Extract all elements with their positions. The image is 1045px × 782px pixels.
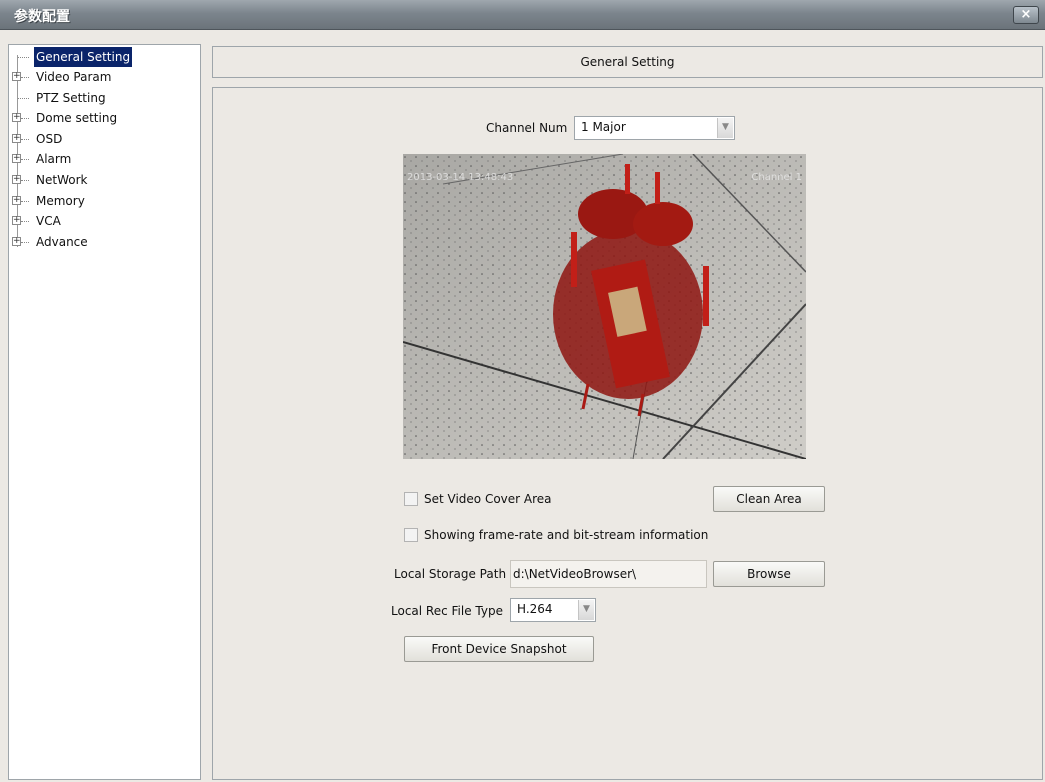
chevron-down-icon[interactable]: ▼ bbox=[578, 600, 594, 620]
tree-dash bbox=[21, 159, 29, 160]
clean-area-button[interactable]: Clean Area bbox=[713, 486, 825, 512]
tree-item-label: Alarm bbox=[36, 152, 72, 166]
osd-datetime: 2013-03-14 13:48:43 bbox=[407, 172, 514, 183]
tree-item-label: PTZ Setting bbox=[36, 91, 106, 105]
tree-dash bbox=[21, 180, 29, 181]
settings-tree: General Setting + Video Param PTZ Settin… bbox=[8, 44, 201, 780]
tree-item-osd[interactable]: + OSD bbox=[9, 129, 199, 149]
tree-item-label: Advance bbox=[36, 235, 88, 249]
storage-path-label: Local Storage Path bbox=[394, 567, 507, 581]
cover-area-checkbox[interactable] bbox=[404, 492, 418, 506]
general-setting-panel: Channel Num 1 Major ▼ 2013-03-14 13:48:4… bbox=[212, 87, 1043, 780]
plus-expander-icon[interactable]: + bbox=[12, 237, 21, 246]
tree-item-label: Memory bbox=[36, 194, 85, 208]
plus-expander-icon[interactable]: + bbox=[12, 196, 21, 205]
plus-expander-icon[interactable]: + bbox=[12, 134, 21, 143]
framerate-info-label: Showing frame-rate and bit-stream inform… bbox=[424, 528, 709, 542]
tree-item-vca[interactable]: + VCA bbox=[9, 211, 199, 231]
video-frame-image bbox=[403, 154, 806, 459]
plus-expander-icon[interactable]: + bbox=[12, 154, 21, 163]
storage-path-field[interactable]: d:\NetVideoBrowser\ bbox=[510, 560, 707, 588]
rec-file-type-value: H.264 bbox=[517, 602, 553, 616]
chevron-down-icon[interactable]: ▼ bbox=[717, 118, 733, 138]
snapshot-button-label: Front Device Snapshot bbox=[431, 642, 567, 656]
tree-item-network[interactable]: + NetWork bbox=[9, 170, 199, 190]
tree-dash bbox=[21, 118, 29, 119]
tree-item-label: Dome setting bbox=[36, 111, 118, 125]
tree-item-general-setting[interactable]: General Setting bbox=[9, 46, 199, 68]
tree-item-label: VCA bbox=[36, 214, 61, 228]
section-header: General Setting bbox=[212, 46, 1043, 78]
tree-item-advance[interactable]: + Advance bbox=[9, 232, 199, 252]
tree-item-video-param[interactable]: + Video Param bbox=[9, 67, 199, 87]
tree-item-alarm[interactable]: + Alarm bbox=[9, 149, 199, 169]
tree-dash bbox=[21, 242, 29, 243]
osd-channel: Channel 1 bbox=[751, 172, 802, 183]
tree-dash bbox=[18, 98, 29, 99]
channel-num-label: Channel Num bbox=[486, 121, 568, 135]
video-preview: 2013-03-14 13:48:43 Channel 1 bbox=[403, 154, 806, 459]
clean-area-button-label: Clean Area bbox=[736, 492, 802, 506]
title-bar: 参数配置 × bbox=[0, 0, 1045, 30]
tree-item-label: OSD bbox=[36, 132, 63, 146]
tree-item-label: Video Param bbox=[36, 70, 112, 84]
tree-item-dome-setting[interactable]: + Dome setting bbox=[9, 108, 199, 128]
tree-dash bbox=[21, 77, 29, 78]
tree-item-ptz-setting[interactable]: PTZ Setting bbox=[9, 88, 199, 108]
tree-item-label: General Setting bbox=[32, 46, 134, 68]
tree-item-label: NetWork bbox=[36, 173, 88, 187]
page-title: General Setting bbox=[580, 55, 675, 69]
browse-button-label: Browse bbox=[747, 567, 791, 581]
tree-dash bbox=[21, 221, 29, 222]
rec-file-type-label: Local Rec File Type bbox=[391, 604, 503, 618]
tree-item-memory[interactable]: + Memory bbox=[9, 191, 199, 211]
plus-expander-icon[interactable]: + bbox=[12, 72, 21, 81]
tree-dash bbox=[21, 139, 29, 140]
rec-file-type-select[interactable]: H.264 ▼ bbox=[510, 598, 596, 622]
window-title: 参数配置 bbox=[14, 9, 70, 25]
front-device-snapshot-button[interactable]: Front Device Snapshot bbox=[404, 636, 594, 662]
channel-num-value: 1 Major bbox=[581, 120, 626, 134]
channel-num-select[interactable]: 1 Major ▼ bbox=[574, 116, 735, 140]
plus-expander-icon[interactable]: + bbox=[12, 113, 21, 122]
framerate-info-checkbox[interactable] bbox=[404, 528, 418, 542]
tree-dash bbox=[18, 57, 29, 58]
plus-expander-icon[interactable]: + bbox=[12, 175, 21, 184]
cover-area-label: Set Video Cover Area bbox=[424, 492, 552, 506]
close-button[interactable]: × bbox=[1013, 6, 1039, 24]
storage-path-value: d:\NetVideoBrowser\ bbox=[513, 567, 637, 581]
browse-button[interactable]: Browse bbox=[713, 561, 825, 587]
plus-expander-icon[interactable]: + bbox=[12, 216, 21, 225]
close-icon: × bbox=[1020, 7, 1032, 22]
tree-dash bbox=[21, 201, 29, 202]
